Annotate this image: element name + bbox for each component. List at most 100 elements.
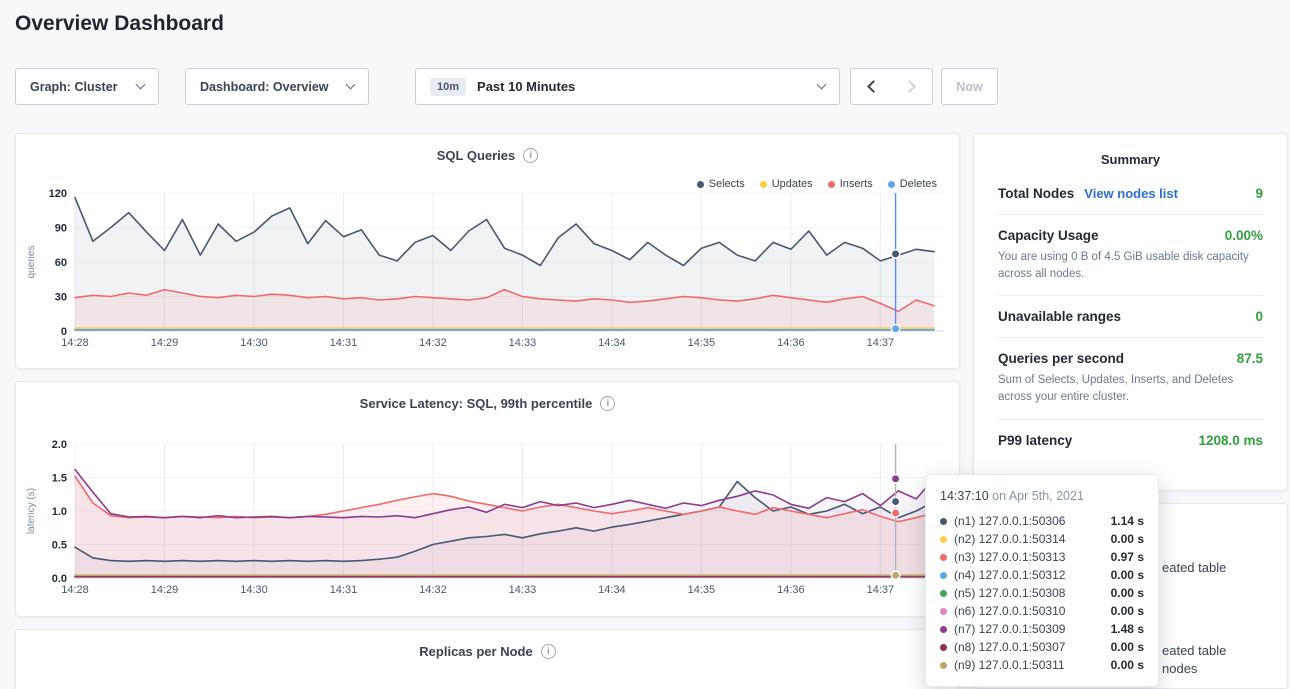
tooltip-node-label: (n1) 127.0.0.1:50306: [954, 514, 1065, 528]
tooltip-node-value: 1.48 s: [1111, 622, 1144, 636]
event-item[interactable]: eated table: [1162, 560, 1226, 575]
tooltip-node-label: (n7) 127.0.0.1:50309: [954, 622, 1065, 636]
summary-row-unavailable-ranges: Unavailable ranges 0: [998, 296, 1263, 338]
p99-latency-label: P99 latency: [998, 433, 1072, 448]
tooltip-row: (n7) 127.0.0.1:50309 1.48 s: [940, 620, 1144, 638]
replicas-per-node-chart-title: Replicas per Node i: [16, 630, 959, 659]
sql-queries-panel: SQL Queries i Selects Updates Inserts Delet…: [15, 133, 960, 369]
tooltip-row: (n3) 127.0.0.1:503130.97 s: [940, 548, 1144, 566]
svg-text:0: 0: [61, 326, 67, 338]
summary-row-p99-latency: P99 latency 1208.0 ms: [998, 420, 1263, 461]
svg-text:14:37: 14:37: [867, 584, 895, 596]
chevron-down-icon: [817, 80, 827, 90]
svg-text:14:37: 14:37: [867, 337, 895, 349]
event-item[interactable]: eated table: [1162, 643, 1226, 658]
tooltip-node-label: (n2) 127.0.0.1:50314: [954, 532, 1065, 546]
tooltip-node-label: (n5) 127.0.0.1:50308: [954, 586, 1065, 600]
svg-text:14:31: 14:31: [330, 584, 358, 596]
summary-row-queries-per-second: Queries per second 87.5 Sum of Selects, …: [998, 338, 1263, 419]
tooltip-row: (n8) 127.0.0.1:50307 0.00 s: [940, 638, 1144, 656]
tooltip-node-value: 0.00 s: [1111, 586, 1144, 600]
queries-per-second-label: Queries per second: [998, 351, 1124, 366]
sql-queries-chart[interactable]: 14:2814:2914:3014:3114:3214:3314:3414:35…: [20, 185, 955, 355]
legend-dot-icon: [828, 181, 835, 188]
tooltip-row: (n1) 127.0.0.1:50306 1.14 s: [940, 512, 1144, 530]
node-color-dot-icon: [940, 536, 947, 543]
total-nodes-label: Total Nodes: [998, 186, 1074, 201]
legend-item-updates[interactable]: Updates: [760, 178, 813, 190]
summary-row-capacity-usage: Capacity Usage 0.00% You are using 0 B o…: [998, 215, 1263, 296]
svg-text:30: 30: [55, 292, 67, 304]
now-button-label: Now: [956, 80, 982, 94]
svg-text:0.0: 0.0: [52, 573, 67, 585]
node-color-dot-icon: [940, 644, 947, 651]
node-color-dot-icon: [940, 572, 947, 579]
svg-text:14:34: 14:34: [598, 584, 626, 596]
legend-item-inserts[interactable]: Inserts: [828, 178, 873, 190]
sql-queries-chart-title: SQL Queries i: [16, 134, 959, 163]
service-latency-chart[interactable]: 14:2814:2914:3014:3114:3214:3314:3414:35…: [20, 436, 955, 602]
tooltip-node-value: 0.00 s: [1111, 658, 1144, 672]
capacity-usage-value: 0.00%: [1225, 228, 1263, 243]
tooltip-row: (n6) 127.0.0.1:503100.00 s: [940, 602, 1144, 620]
legend-label: Updates: [772, 178, 813, 190]
queries-per-second-description: Sum of Selects, Updates, Inserts, and De…: [998, 372, 1263, 405]
chevron-down-icon: [346, 80, 356, 90]
info-icon[interactable]: i: [600, 396, 615, 411]
info-icon[interactable]: i: [523, 148, 538, 163]
legend-dot-icon: [760, 181, 767, 188]
tooltip-node-label: (n4) 127.0.0.1:50312: [954, 568, 1065, 582]
node-color-dot-icon: [940, 554, 947, 561]
tooltip-node-label: (n8) 127.0.0.1:50307: [954, 640, 1065, 654]
svg-text:1.0: 1.0: [52, 506, 67, 518]
node-color-dot-icon: [940, 518, 947, 525]
queries-per-second-value: 87.5: [1237, 351, 1263, 366]
info-icon[interactable]: i: [541, 644, 556, 659]
graph-dropdown-label: Graph: Cluster: [30, 80, 118, 94]
tooltip-node-value: 0.97 s: [1111, 550, 1144, 564]
time-next-button-disabled[interactable]: [891, 68, 933, 105]
dashboard-dropdown-label: Dashboard: Overview: [200, 80, 329, 94]
legend-label: Selects: [709, 178, 745, 190]
legend-item-selects[interactable]: Selects: [697, 178, 745, 190]
graph-dropdown[interactable]: Graph: Cluster: [15, 68, 159, 105]
chevron-right-icon: [903, 80, 916, 93]
dashboard-dropdown[interactable]: Dashboard: Overview: [185, 68, 369, 105]
svg-text:14:32: 14:32: [419, 584, 447, 596]
svg-text:14:35: 14:35: [688, 584, 716, 596]
svg-text:14:36: 14:36: [777, 584, 805, 596]
summary-title: Summary: [974, 134, 1287, 173]
summary-panel: Summary Total Nodes View nodes list 9 Ca…: [973, 133, 1288, 491]
legend-dot-icon: [697, 181, 704, 188]
node-color-dot-icon: [940, 662, 947, 669]
chevron-left-icon: [867, 80, 880, 93]
node-color-dot-icon: [940, 590, 947, 597]
time-prev-button[interactable]: [850, 68, 892, 105]
svg-text:14:28: 14:28: [61, 584, 89, 596]
svg-text:2.0: 2.0: [52, 439, 67, 451]
event-item[interactable]: nodes: [1162, 661, 1197, 676]
svg-text:latency (s): latency (s): [26, 488, 37, 534]
chevron-down-icon: [136, 80, 146, 90]
svg-text:14:29: 14:29: [151, 584, 179, 596]
legend-dot-icon: [888, 181, 895, 188]
svg-text:14:28: 14:28: [61, 337, 89, 349]
legend-item-deletes[interactable]: Deletes: [888, 178, 937, 190]
tooltip-node-value: 1.14 s: [1111, 514, 1144, 528]
svg-text:120: 120: [49, 188, 67, 200]
svg-text:14:30: 14:30: [240, 337, 268, 349]
now-button-disabled[interactable]: Now: [941, 68, 998, 105]
svg-text:90: 90: [55, 223, 67, 235]
view-nodes-list-link[interactable]: View nodes list: [1084, 186, 1178, 201]
tooltip-node-value: 0.00 s: [1111, 532, 1144, 546]
tooltip-node-value: 0.00 s: [1111, 640, 1144, 654]
page-title: Overview Dashboard: [15, 12, 224, 36]
node-color-dot-icon: [940, 626, 947, 633]
svg-text:14:36: 14:36: [777, 337, 805, 349]
latency-hover-tooltip: 14:37:10 on Apr 5th, 2021 (n1) 127.0.0.1…: [925, 474, 1159, 687]
svg-text:60: 60: [55, 257, 67, 269]
tooltip-node-label: (n9) 127.0.0.1:50311: [954, 658, 1065, 672]
time-range-picker[interactable]: 10m Past 10 Minutes: [415, 68, 840, 105]
capacity-usage-label: Capacity Usage: [998, 228, 1099, 243]
legend-label: Deletes: [900, 178, 937, 190]
